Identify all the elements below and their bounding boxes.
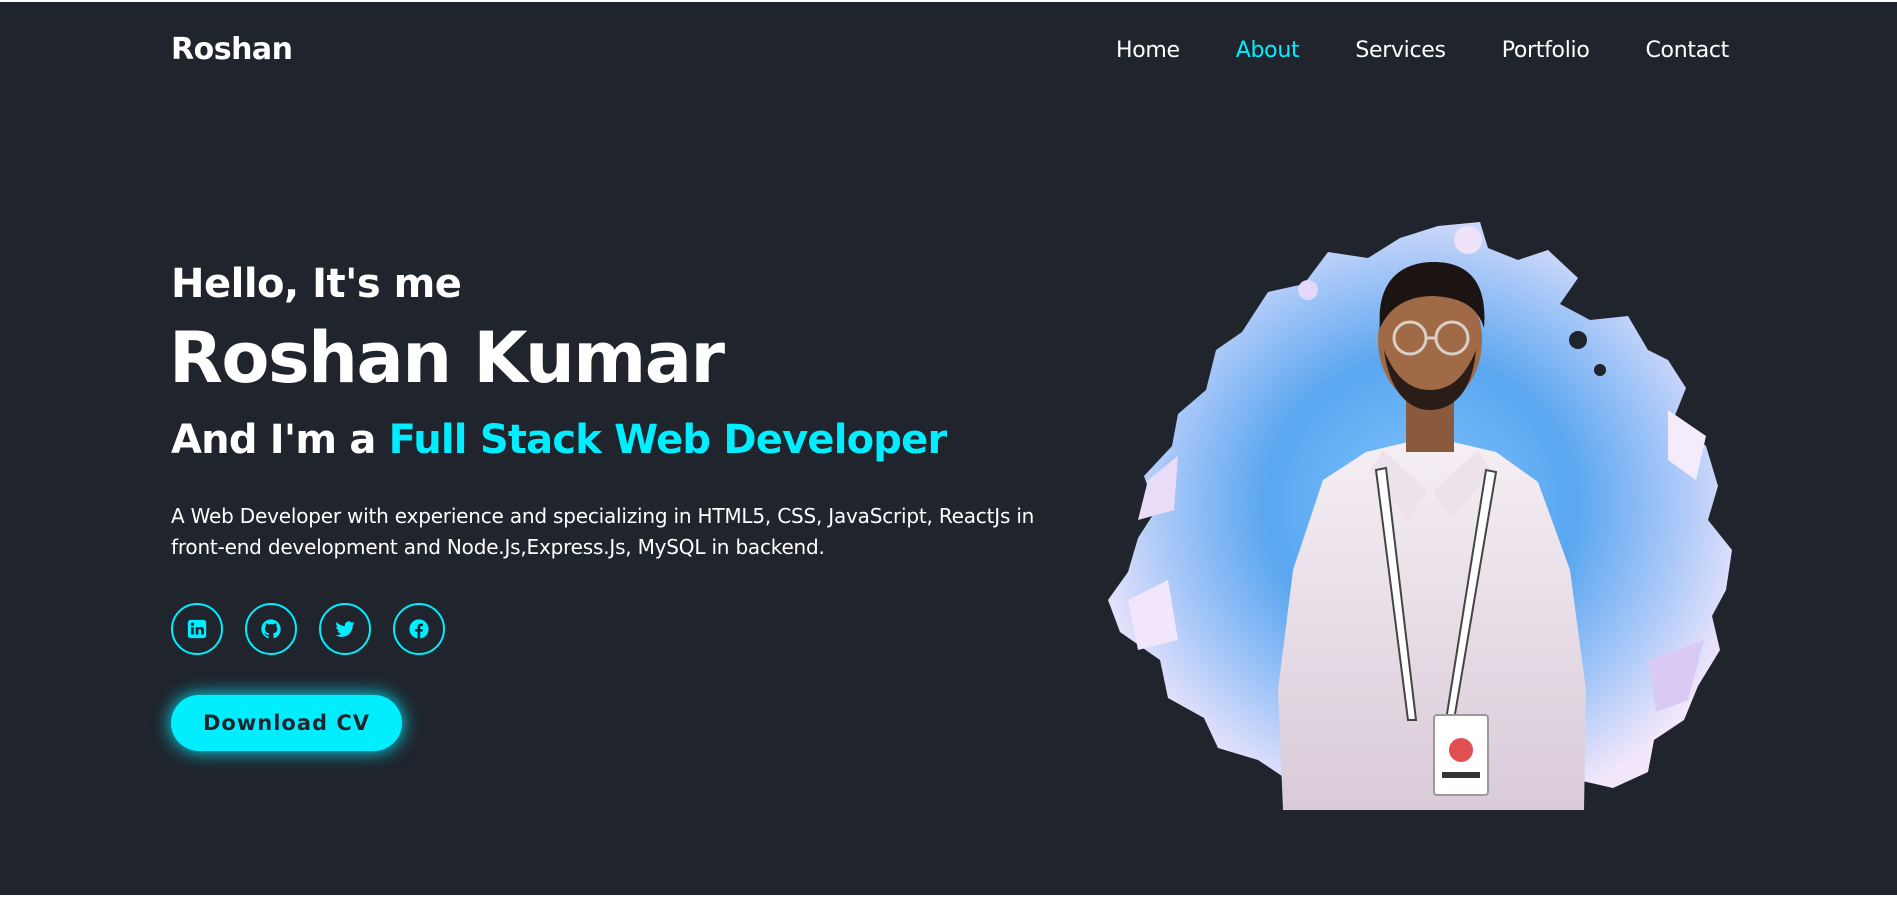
logo[interactable]: Roshan [171,32,293,67]
role-heading: And I'm a Full Stack Web Developer [171,417,948,463]
role-prefix: And I'm a [171,417,389,463]
nav-home[interactable]: Home [1116,38,1180,63]
download-cv-button[interactable]: Download CV [171,695,402,751]
greeting: Hello, It's me [171,261,462,307]
hero-description: A Web Developer with experience and spec… [171,501,1096,563]
role-highlight: Full Stack Web Developer [388,417,948,463]
description-line-1: A Web Developer with experience and spec… [171,504,1035,528]
description-line-2: front-end development and Node.Js,Expres… [171,535,825,559]
github-link[interactable] [245,603,297,655]
profile-photo [1108,220,1733,810]
facebook-icon [409,619,429,639]
page: Roshan Home About Services Portfolio Con… [0,2,1897,895]
github-icon [261,619,281,639]
nav-portfolio[interactable]: Portfolio [1502,38,1590,63]
nav-services[interactable]: Services [1355,38,1446,63]
main-nav: Home About Services Portfolio Contact [1116,38,1729,63]
nav-about[interactable]: About [1236,38,1300,63]
hero-name: Roshan Kumar [169,317,725,399]
twitter-icon [335,621,355,637]
portrait-illustration [1108,222,1732,810]
linkedin-icon [187,619,207,639]
twitter-link[interactable] [319,603,371,655]
nav-contact[interactable]: Contact [1646,38,1730,63]
facebook-link[interactable] [393,603,445,655]
social-links [171,603,445,655]
linkedin-link[interactable] [171,603,223,655]
